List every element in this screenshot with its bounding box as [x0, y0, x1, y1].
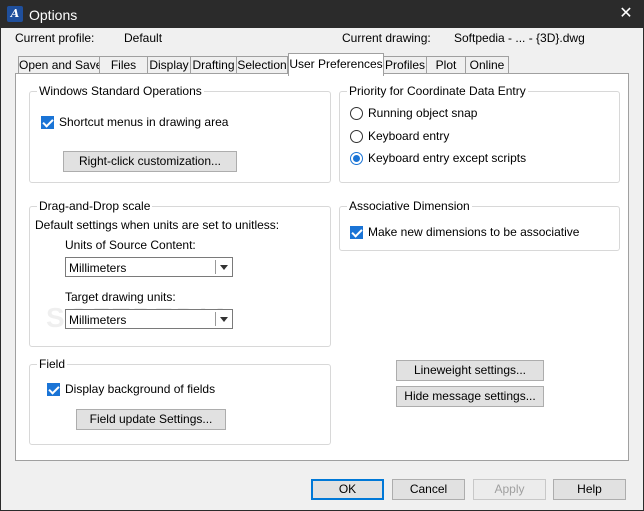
coordinate-priority-group: Priority for Coordinate Data Entry Runni… [339, 84, 620, 183]
radio-keyboard-entry[interactable]: Keyboard entry [350, 129, 449, 143]
field-group: Field Display background of fields Field… [29, 357, 331, 445]
associative-dimension-group: Associative Dimension Make new dimension… [339, 199, 620, 251]
group-title: Field [37, 357, 68, 371]
ok-button[interactable]: OK [311, 479, 384, 500]
group-title: Windows Standard Operations [37, 84, 204, 98]
current-drawing-label: Current drawing: [342, 31, 431, 45]
user-preferences-panel: SOFTPEDIA Windows Standard Operations Sh… [15, 73, 629, 461]
source-units-label: Units of Source Content: [65, 238, 196, 252]
radio-running-object-snap[interactable]: Running object snap [350, 106, 477, 120]
chevron-down-icon [220, 317, 228, 322]
display-background-of-fields-checkbox[interactable]: Display background of fields [47, 382, 215, 396]
group-title: Drag-and-Drop scale [37, 199, 153, 213]
hide-message-settings-button[interactable]: Hide message settings... [396, 386, 544, 407]
current-profile-value: Default [124, 31, 163, 45]
dropdown-value: Millimeters [69, 313, 127, 327]
checkbox-checked-icon [47, 382, 60, 396]
windows-standard-operations-group: Windows Standard Operations Shortcut men… [29, 84, 331, 183]
radio-keyboard-entry-except-scripts[interactable]: Keyboard entry except scripts [350, 151, 526, 165]
associative-dimensions-checkbox[interactable]: Make new dimensions to be associative [350, 225, 579, 239]
checkbox-checked-icon [350, 225, 363, 239]
drag-and-drop-scale-group: Drag-and-Drop scale Default settings whe… [29, 199, 331, 347]
checkbox-checked-icon [41, 115, 54, 129]
apply-button[interactable]: Apply [473, 479, 546, 500]
source-units-dropdown[interactable]: Millimeters [65, 257, 233, 277]
target-units-label: Target drawing units: [65, 290, 176, 304]
group-title: Priority for Coordinate Data Entry [347, 84, 528, 98]
checkbox-label: Make new dimensions to be associative [368, 225, 580, 239]
radio-icon [350, 106, 363, 120]
radio-icon [350, 129, 363, 143]
help-button[interactable]: Help [553, 479, 626, 500]
radio-label: Keyboard entry except scripts [368, 151, 527, 165]
dropdown-value: Millimeters [69, 261, 127, 275]
chevron-down-icon [220, 265, 228, 270]
current-drawing-value: Softpedia - ... - {3D}.dwg [454, 31, 585, 45]
window-title: Options [29, 7, 78, 23]
tab-user-preferences[interactable]: User Preferences [288, 53, 384, 76]
dialog-client: Current profile: Default Current drawing… [1, 28, 643, 510]
right-click-customization-button[interactable]: Right-click customization... [63, 151, 237, 172]
dropdown-separator [215, 260, 216, 274]
app-logo-icon: A [7, 6, 23, 22]
dropdown-separator [215, 312, 216, 326]
current-profile-label: Current profile: [15, 31, 95, 45]
lineweight-settings-button[interactable]: Lineweight settings... [396, 360, 544, 381]
checkbox-label: Shortcut menus in drawing area [59, 115, 229, 129]
unitless-description: Default settings when units are set to u… [35, 218, 280, 232]
target-units-dropdown[interactable]: Millimeters [65, 309, 233, 329]
radio-label: Running object snap [368, 106, 478, 120]
checkbox-label: Display background of fields [65, 382, 216, 396]
shortcut-menus-checkbox[interactable]: Shortcut menus in drawing area [41, 115, 228, 129]
group-title: Associative Dimension [347, 199, 472, 213]
close-icon[interactable]: ✕ [616, 4, 636, 24]
cancel-button[interactable]: Cancel [392, 479, 465, 500]
radio-selected-icon [350, 151, 363, 165]
radio-label: Keyboard entry [368, 129, 450, 143]
title-bar: A Options ✕ [0, 0, 644, 28]
field-update-settings-button[interactable]: Field update Settings... [76, 409, 226, 430]
